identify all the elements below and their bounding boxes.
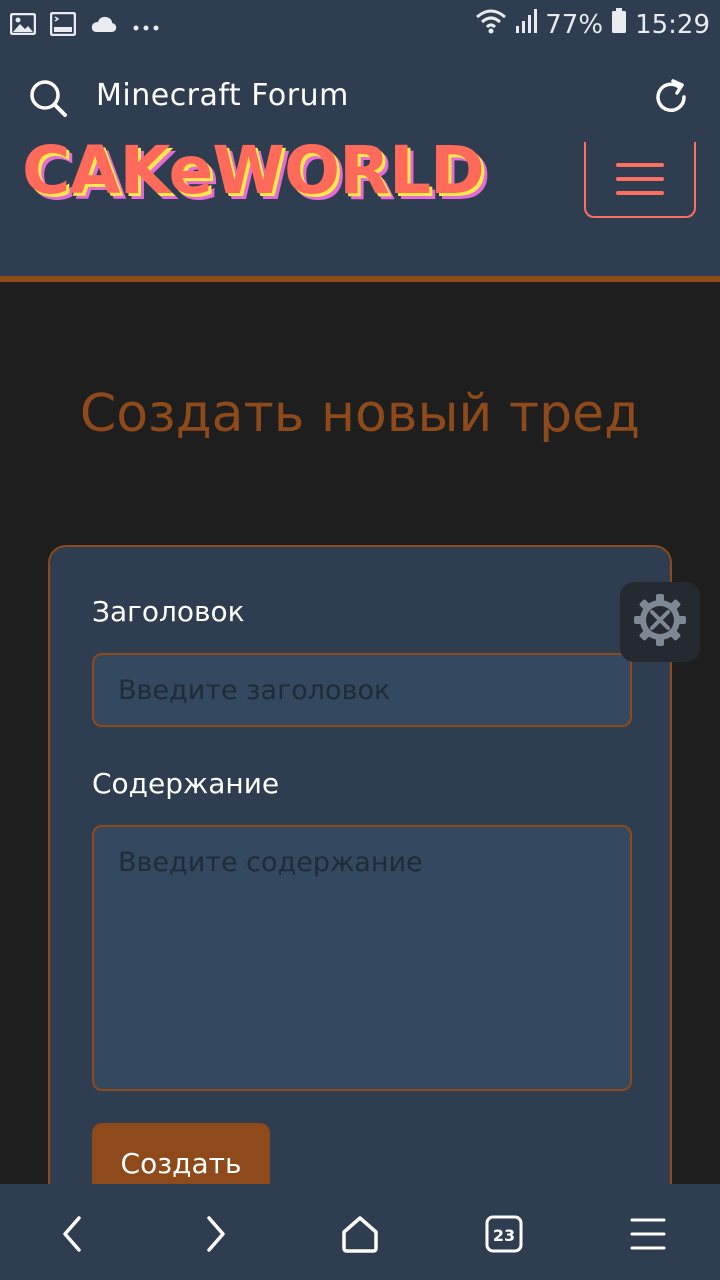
hamburger-menu-icon: [616, 163, 664, 167]
browser-bottom-nav: 23: [0, 1184, 720, 1280]
home-icon: [342, 1216, 378, 1253]
image-icon: [9, 12, 37, 39]
content-textarea[interactable]: [92, 825, 632, 1091]
hamburger-menu-button[interactable]: [584, 142, 696, 218]
status-bar: 77% 15:29: [0, 0, 720, 52]
tabs-icon: 23: [485, 1215, 523, 1253]
title-label: Заголовок: [92, 595, 245, 628]
title-input[interactable]: [92, 653, 632, 727]
new-thread-form: Заголовок Содержание Создать: [48, 545, 672, 1245]
cloud-icon: [90, 14, 118, 38]
forward-button[interactable]: [188, 1206, 244, 1262]
home-button[interactable]: [332, 1206, 388, 1262]
site-logo[interactable]: CAKeWORLD: [22, 138, 485, 204]
clock: 15:29: [635, 9, 710, 40]
page-title: Создать новый тред: [79, 384, 641, 444]
wifi-icon: [475, 8, 507, 41]
tabs-button[interactable]: 23: [476, 1206, 532, 1262]
forward-icon: [207, 1216, 225, 1252]
signal-icon: [515, 8, 538, 41]
back-button[interactable]: [44, 1206, 100, 1262]
terminal-icon: [49, 11, 77, 40]
back-icon: [63, 1216, 81, 1252]
battery-percent: 77%: [545, 9, 604, 40]
site-header: CAKeWORLD: [0, 138, 720, 282]
settings-tools-button[interactable]: [620, 582, 700, 662]
browser-menu-button[interactable]: [620, 1206, 676, 1262]
site-title[interactable]: Minecraft Forum: [96, 78, 349, 113]
more-dots-icon: [132, 17, 160, 36]
reload-icon[interactable]: [652, 78, 690, 120]
browser-toolbar: Minecraft Forum: [0, 52, 720, 142]
battery-icon: [611, 8, 627, 41]
menu-icon: [630, 1218, 666, 1250]
search-icon[interactable]: [28, 78, 68, 122]
settings-tools-icon: [632, 592, 688, 652]
content-label: Содержание: [92, 767, 280, 800]
tabs-count: 23: [493, 1226, 515, 1245]
